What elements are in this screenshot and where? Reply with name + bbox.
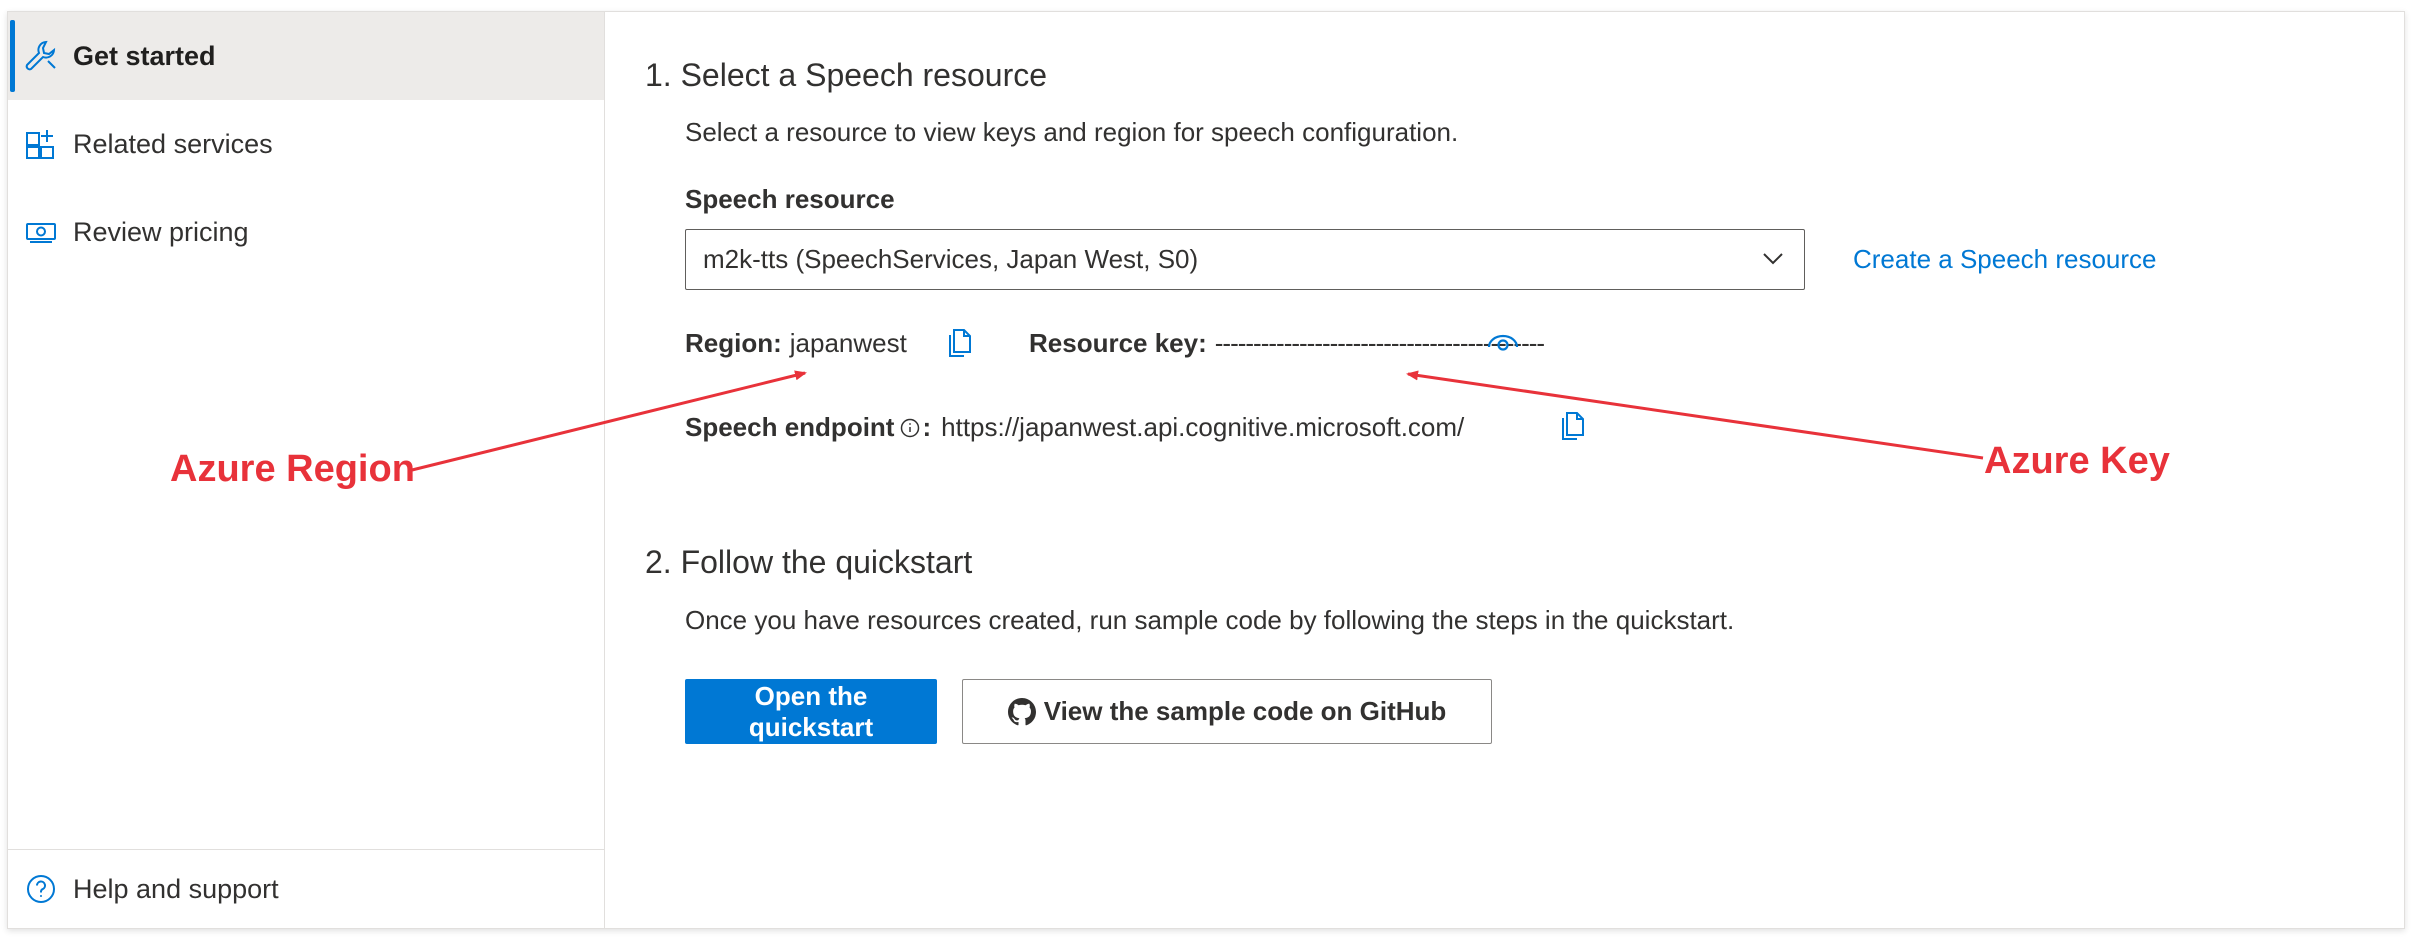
sidebar-item-get-started[interactable]: Get started bbox=[8, 12, 604, 100]
view-sample-code-button[interactable]: View the sample code on GitHub bbox=[962, 679, 1492, 744]
region-label: Region: bbox=[685, 328, 782, 358]
question-icon bbox=[24, 872, 58, 906]
sidebar-item-related-services[interactable]: Related services bbox=[8, 100, 604, 188]
open-quickstart-button[interactable]: Open the quickstart bbox=[685, 679, 937, 744]
speech-resource-value: m2k-tts (SpeechServices, Japan West, S0) bbox=[703, 244, 1199, 274]
region-field: Region: japanwest bbox=[685, 328, 907, 359]
azure-key-annotation: Azure Key bbox=[1984, 440, 2170, 482]
sidebar-item-label: Get started bbox=[73, 40, 216, 71]
speech-endpoint-value: https://japanwest.api.cognitive.microsof… bbox=[941, 412, 1465, 442]
azure-region-annotation: Azure Region bbox=[170, 448, 415, 490]
speech-endpoint-field: Speech endpoint : https://japanwest.api.… bbox=[685, 412, 1464, 443]
sidebar-item-label: Related services bbox=[73, 128, 273, 159]
section1-title: 1. Select a Speech resource bbox=[645, 57, 1048, 93]
show-key-eye-icon[interactable] bbox=[1485, 328, 1521, 358]
view-sample-code-label: View the sample code on GitHub bbox=[1043, 696, 1447, 726]
sidebar-item-label: Review pricing bbox=[73, 216, 249, 247]
github-icon bbox=[1007, 697, 1036, 726]
grid-plus-icon bbox=[24, 127, 58, 161]
speech-endpoint-label: Speech endpoint bbox=[685, 412, 895, 442]
help-and-support[interactable]: Help and support bbox=[8, 849, 604, 928]
chevron-down-icon bbox=[1760, 246, 1786, 279]
section2-title: 2. Follow the quickstart bbox=[645, 544, 973, 580]
section2-description: Once you have resources created, run sam… bbox=[685, 605, 1735, 635]
region-value: japanwest bbox=[789, 328, 907, 358]
speech-resource-dropdown[interactable]: m2k-tts (SpeechServices, Japan West, S0) bbox=[685, 229, 1805, 290]
sidebar-item-review-pricing[interactable]: Review pricing bbox=[8, 188, 604, 276]
speech-resource-label: Speech resource bbox=[685, 184, 895, 214]
copy-region-icon[interactable] bbox=[944, 326, 974, 360]
resource-key-label: Resource key: bbox=[1029, 328, 1207, 358]
money-icon bbox=[24, 215, 58, 249]
copy-endpoint-icon[interactable] bbox=[1557, 409, 1587, 443]
section1-description: Select a resource to view keys and regio… bbox=[685, 117, 1459, 147]
resource-key-field: Resource key: --------------------------… bbox=[1029, 328, 1545, 359]
speech-endpoint-colon: : bbox=[922, 412, 932, 442]
create-speech-resource-link[interactable]: Create a Speech resource bbox=[1853, 244, 2157, 275]
help-label: Help and support bbox=[73, 873, 279, 904]
info-icon[interactable] bbox=[900, 418, 920, 438]
wrench-icon bbox=[24, 39, 58, 73]
